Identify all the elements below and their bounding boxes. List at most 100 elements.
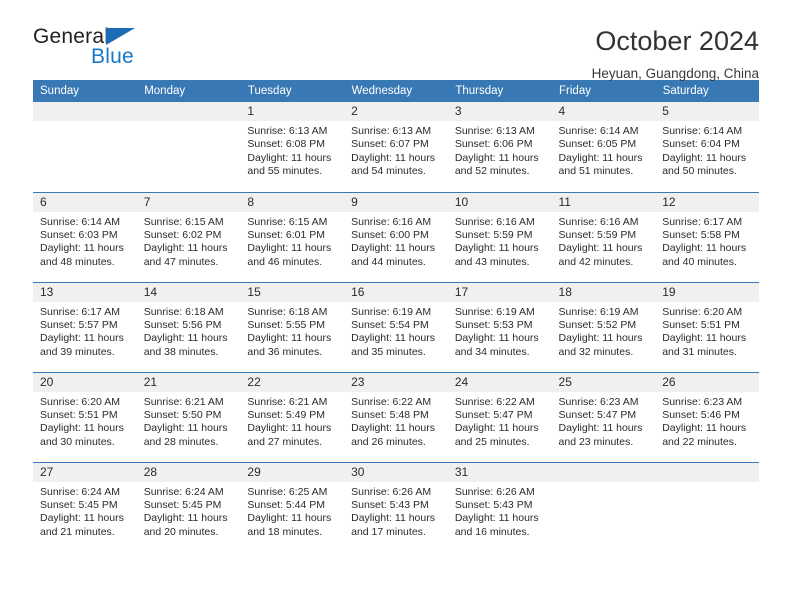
calendar-day-cell[interactable]: 22 Sunrise: 6:21 AM Sunset: 5:49 PM Dayligh… [240, 371, 345, 462]
calendar-day-cell[interactable]: 15 Sunrise: 6:18 AM Sunset: 5:55 PM Dayligh… [240, 281, 345, 372]
daylight-text: Daylight: 11 hours and 40 minutes. [662, 242, 747, 268]
sunrise-text: Sunrise: 6:20 AM [662, 305, 743, 318]
sunrise-text: Sunrise: 6:16 AM [454, 215, 535, 228]
calendar-body: 1 Sunrise: 6:13 AM Sunset: 6:08 PM Daylight… [33, 102, 759, 552]
day-cell-inner: 24 Sunrise: 6:22 AM Sunset: 5:47 PM Dayligh… [447, 372, 552, 462]
daylight-text: Daylight: 11 hours and 20 minutes. [143, 512, 228, 538]
day-cell-inner [551, 462, 656, 552]
calendar-day-cell[interactable]: 31 Sunrise: 6:26 AM Sunset: 5:43 PM Dayligh… [447, 461, 552, 552]
calendar-day-cell[interactable]: 4 Sunrise: 6:14 AM Sunset: 6:05 PM Daylight… [551, 102, 656, 192]
calendar-day-cell[interactable]: 27 Sunrise: 6:24 AM Sunset: 5:45 PM Dayligh… [33, 461, 137, 552]
daylight-text: Daylight: 11 hours and 27 minutes. [247, 422, 332, 448]
calendar-week-row: 13 Sunrise: 6:17 AM Sunset: 5:57 PM Dayligh… [33, 281, 759, 372]
sunrise-text: Sunrise: 6:20 AM [40, 395, 120, 408]
daylight-text: Daylight: 11 hours and 35 minutes. [351, 332, 435, 358]
daylight-text: Daylight: 11 hours and 26 minutes. [351, 422, 435, 448]
calendar-day-cell[interactable]: 13 Sunrise: 6:17 AM Sunset: 5:57 PM Dayligh… [33, 281, 137, 372]
calendar-day-cell[interactable]: 28 Sunrise: 6:24 AM Sunset: 5:45 PM Dayligh… [136, 461, 241, 552]
day-number: 28 [136, 462, 241, 482]
weekday-header-saturday: Saturday [655, 80, 760, 102]
sunset-text: Sunset: 5:53 PM [454, 318, 533, 331]
sunrise-text: Sunrise: 6:25 AM [247, 485, 328, 498]
sunrise-text: Sunrise: 6:26 AM [454, 485, 535, 498]
calendar-day-cell[interactable]: 10 Sunrise: 6:16 AM Sunset: 5:59 PM Dayligh… [447, 191, 552, 282]
daylight-text: Daylight: 11 hours and 17 minutes. [351, 512, 435, 538]
calendar-day-cell[interactable]: 7 Sunrise: 6:15 AM Sunset: 6:02 PM Daylight… [136, 191, 241, 282]
calendar-day-cell[interactable]: 25 Sunrise: 6:23 AM Sunset: 5:47 PM Dayligh… [551, 371, 656, 462]
day-number [136, 102, 241, 121]
sunrise-text: Sunrise: 6:14 AM [662, 125, 743, 137]
sunset-text: Sunset: 5:58 PM [662, 228, 740, 241]
day-number: 31 [447, 462, 552, 482]
calendar-day-cell[interactable]: 2 Sunrise: 6:13 AM Sunset: 6:07 PM Daylight… [344, 102, 448, 192]
calendar-day-cell[interactable]: 1 Sunrise: 6:13 AM Sunset: 6:08 PM Daylight… [240, 102, 345, 192]
calendar-day-cell[interactable]: 6 Sunrise: 6:14 AM Sunset: 6:03 PM Daylight… [33, 191, 137, 282]
daylight-text: Daylight: 11 hours and 34 minutes. [454, 332, 539, 358]
day-cell-inner [33, 102, 137, 191]
calendar-empty-cell [655, 461, 759, 552]
sunrise-text: Sunrise: 6:13 AM [454, 125, 535, 137]
day-info: Sunrise: 6:14 AM Sunset: 6:03 PM Daylight:… [33, 212, 137, 270]
calendar-day-cell[interactable]: 23 Sunrise: 6:22 AM Sunset: 5:48 PM Dayligh… [344, 371, 448, 462]
calendar-day-cell[interactable]: 21 Sunrise: 6:21 AM Sunset: 5:50 PM Dayligh… [136, 371, 241, 462]
calendar-day-cell[interactable]: 9 Sunrise: 6:16 AM Sunset: 6:00 PM Daylight… [344, 191, 448, 282]
daylight-text: Daylight: 11 hours and 23 minutes. [558, 422, 643, 448]
daylight-text: Daylight: 11 hours and 38 minutes. [143, 332, 228, 358]
calendar-day-cell[interactable]: 29 Sunrise: 6:25 AM Sunset: 5:44 PM Dayligh… [240, 461, 345, 552]
sunrise-text: Sunrise: 6:19 AM [558, 305, 639, 318]
calendar-day-cell[interactable]: 5 Sunrise: 6:14 AM Sunset: 6:04 PM Daylight… [655, 102, 759, 192]
sunset-text: Sunset: 5:45 PM [40, 498, 118, 511]
sunset-text: Sunset: 6:00 PM [351, 228, 429, 241]
day-info: Sunrise: 6:21 AM Sunset: 5:50 PM Daylight:… [137, 392, 241, 450]
daylight-text: Daylight: 11 hours and 52 minutes. [454, 151, 539, 178]
day-cell-inner: 10 Sunrise: 6:16 AM Sunset: 5:59 PM Dayligh… [447, 192, 552, 282]
sunset-text: Sunset: 5:47 PM [454, 408, 533, 421]
calendar-day-cell[interactable]: 14 Sunrise: 6:18 AM Sunset: 5:56 PM Dayligh… [136, 281, 241, 372]
calendar-day-cell[interactable]: 20 Sunrise: 6:20 AM Sunset: 5:51 PM Dayligh… [33, 371, 137, 462]
day-info: Sunrise: 6:19 AM Sunset: 5:52 PM Daylight:… [552, 302, 656, 360]
sunrise-text: Sunrise: 6:18 AM [143, 305, 224, 318]
daylight-text: Daylight: 11 hours and 42 minutes. [558, 242, 643, 268]
calendar-day-cell[interactable]: 12 Sunrise: 6:17 AM Sunset: 5:58 PM Dayligh… [655, 191, 759, 282]
sunset-text: Sunset: 5:43 PM [454, 498, 533, 511]
calendar-day-cell[interactable]: 3 Sunrise: 6:13 AM Sunset: 6:06 PM Daylight… [447, 102, 552, 192]
day-number: 25 [551, 372, 656, 392]
day-info: Sunrise: 6:15 AM Sunset: 6:01 PM Daylight:… [240, 212, 344, 270]
calendar-day-cell[interactable]: 11 Sunrise: 6:16 AM Sunset: 5:59 PM Dayligh… [551, 191, 656, 282]
day-info: Sunrise: 6:20 AM Sunset: 5:51 PM Daylight:… [33, 392, 137, 450]
day-number: 20 [33, 372, 137, 392]
day-number: 1 [240, 102, 345, 121]
day-number: 26 [655, 372, 759, 392]
day-cell-inner: 1 Sunrise: 6:13 AM Sunset: 6:08 PM Daylight… [240, 102, 345, 191]
weekday-header-wednesday: Wednesday [344, 80, 449, 102]
daylight-text: Daylight: 11 hours and 22 minutes. [662, 422, 747, 448]
calendar-week-row: 27 Sunrise: 6:24 AM Sunset: 5:45 PM Dayligh… [33, 461, 759, 552]
daylight-text: Daylight: 11 hours and 25 minutes. [454, 422, 539, 448]
day-cell-inner: 5 Sunrise: 6:14 AM Sunset: 6:04 PM Daylight… [655, 102, 759, 191]
day-cell-inner: 22 Sunrise: 6:21 AM Sunset: 5:49 PM Dayligh… [240, 372, 345, 462]
day-cell-inner: 15 Sunrise: 6:18 AM Sunset: 5:55 PM Dayligh… [240, 282, 345, 372]
calendar-day-cell[interactable]: 30 Sunrise: 6:26 AM Sunset: 5:43 PM Dayligh… [344, 461, 448, 552]
day-info: Sunrise: 6:21 AM Sunset: 5:49 PM Daylight:… [240, 392, 344, 450]
day-number: 5 [655, 102, 759, 121]
sunrise-text: Sunrise: 6:17 AM [40, 305, 120, 318]
day-info: Sunrise: 6:16 AM Sunset: 5:59 PM Daylight:… [448, 212, 552, 270]
calendar-day-cell[interactable]: 26 Sunrise: 6:23 AM Sunset: 5:46 PM Dayligh… [655, 371, 759, 462]
calendar-day-cell[interactable]: 18 Sunrise: 6:19 AM Sunset: 5:52 PM Dayligh… [551, 281, 656, 372]
general-blue-logo: General Blue [33, 24, 153, 72]
sunset-text: Sunset: 6:06 PM [454, 138, 533, 151]
calendar-day-cell[interactable]: 16 Sunrise: 6:19 AM Sunset: 5:54 PM Dayligh… [344, 281, 448, 372]
calendar-day-cell[interactable]: 24 Sunrise: 6:22 AM Sunset: 5:47 PM Dayligh… [447, 371, 552, 462]
calendar-day-cell[interactable]: 8 Sunrise: 6:15 AM Sunset: 6:01 PM Daylight… [240, 191, 345, 282]
daylight-text: Daylight: 11 hours and 31 minutes. [662, 332, 747, 358]
calendar-day-cell[interactable]: 17 Sunrise: 6:19 AM Sunset: 5:53 PM Dayligh… [447, 281, 552, 372]
day-info: Sunrise: 6:23 AM Sunset: 5:46 PM Daylight:… [655, 392, 759, 450]
sunrise-text: Sunrise: 6:23 AM [558, 395, 639, 408]
daylight-text: Daylight: 11 hours and 36 minutes. [247, 332, 332, 358]
day-cell-inner: 7 Sunrise: 6:15 AM Sunset: 6:02 PM Daylight… [136, 192, 241, 282]
daylight-text: Daylight: 11 hours and 39 minutes. [40, 332, 124, 358]
weekday-header-friday: Friday [551, 80, 656, 102]
page-title: October 2024 [595, 26, 759, 56]
calendar-day-cell[interactable]: 19 Sunrise: 6:20 AM Sunset: 5:51 PM Dayligh… [655, 281, 759, 372]
day-cell-inner: 26 Sunrise: 6:23 AM Sunset: 5:46 PM Dayligh… [655, 372, 759, 462]
